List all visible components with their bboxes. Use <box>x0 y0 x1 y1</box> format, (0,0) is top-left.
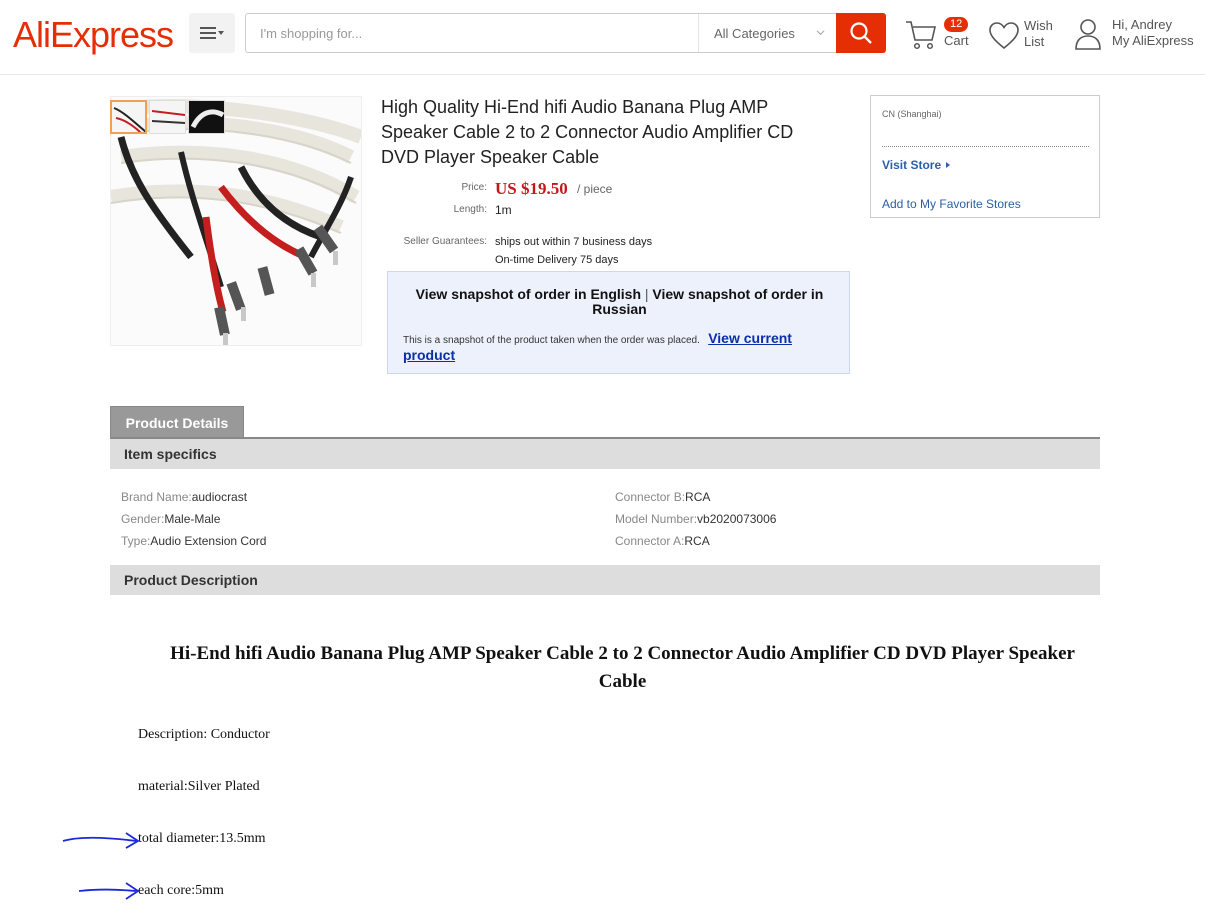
product-description-heading: Product Description <box>110 565 1100 595</box>
description-title: Hi-End hifi Audio Banana Plug AMP Speake… <box>170 643 1075 692</box>
spec-model-number: Model Number:vb2020073006 <box>615 512 777 526</box>
price-label: Price: <box>461 182 487 193</box>
search-button[interactable] <box>836 13 886 53</box>
snapshot-english-link[interactable]: View snapshot of order in English <box>416 286 641 302</box>
top-header: AliExpress All Categories 12 Ca <box>0 0 1205 75</box>
cart-icon <box>906 21 937 50</box>
hamburger-icon <box>200 27 224 39</box>
visit-store-link[interactable]: Visit Store <box>882 158 952 172</box>
tab-product-details[interactable]: Product Details <box>110 406 244 438</box>
description-line: Description: Conductor <box>138 727 270 742</box>
annotation-arrow <box>62 832 140 849</box>
thumbnail-1[interactable] <box>110 100 147 134</box>
visit-store-label: Visit Store <box>882 158 942 172</box>
category-select-label: All Categories <box>714 25 795 41</box>
category-menu-button[interactable] <box>189 13 235 53</box>
wish-list-button[interactable]: Wish List <box>988 14 1063 54</box>
guarantee-shipping: ships out within 7 business days <box>495 236 653 248</box>
user-icon <box>1075 19 1101 50</box>
aliexpress-logo[interactable]: AliExpress <box>13 15 174 55</box>
thumbnail-strip <box>110 100 225 134</box>
item-specifics-heading: Item specifics <box>110 439 1100 469</box>
add-favorite-store-link[interactable]: Add to My Favorite Stores <box>882 197 1021 211</box>
annotation-arrow <box>78 882 140 900</box>
chevron-down-icon <box>816 30 825 36</box>
length-label: Length: <box>453 204 487 215</box>
thumbnail-image <box>151 110 185 124</box>
thumbnail-3[interactable] <box>188 100 225 134</box>
store-info-box: CN (Shanghai) Visit Store Add to My Favo… <box>870 95 1100 218</box>
thumbnail-image <box>190 109 224 129</box>
search-input[interactable] <box>246 14 698 52</box>
description-line: each core:5mm <box>138 883 224 898</box>
greeting-text: Hi, Andrey <box>1112 17 1172 32</box>
spec-type: Type:Audio Extension Cord <box>121 534 267 548</box>
price-unit: / piece <box>577 182 613 196</box>
search-icon <box>850 22 872 44</box>
my-aliexpress-link[interactable]: My AliExpress <box>1112 33 1194 49</box>
account-text: Hi, Andrey My AliExpress <box>1112 17 1194 49</box>
guarantee-delivery: On-time Delivery 75 days <box>495 254 619 266</box>
cart-label: Cart <box>944 33 969 48</box>
store-divider <box>882 146 1089 147</box>
wish-list-label: Wish List <box>1024 18 1053 49</box>
cart-count-badge: 12 <box>944 17 969 32</box>
heart-icon <box>989 22 1019 50</box>
store-location: CN (Shanghai) <box>882 109 942 119</box>
caret-right-icon <box>946 162 951 168</box>
snapshot-language-links: View snapshot of order in English | View… <box>388 287 851 317</box>
search-bar: All Categories <box>245 13 837 53</box>
thumbnail-2[interactable] <box>149 100 186 134</box>
thumbnail-image <box>113 107 145 132</box>
spec-gender: Gender:Male-Male <box>121 512 221 526</box>
spec-connector-b: Connector B:RCA <box>615 490 711 504</box>
description-line: total diameter:13.5mm <box>138 831 266 846</box>
snapshot-note: This is a snapshot of the product taken … <box>403 331 843 365</box>
cart-button[interactable]: 12 Cart <box>904 14 974 54</box>
account-menu[interactable]: Hi, Andrey My AliExpress <box>1074 14 1204 54</box>
spec-brand: Brand Name:audiocrast <box>121 490 248 504</box>
speaker-cable-image <box>111 97 361 345</box>
order-snapshot-box: View snapshot of order in English | View… <box>387 271 850 374</box>
guarantee-label: Seller Guarantees: <box>403 236 487 247</box>
category-select[interactable]: All Categories <box>698 14 837 52</box>
description-line: material:Silver Plated <box>138 779 260 794</box>
snapshot-note-text: This is a snapshot of the product taken … <box>403 335 700 346</box>
spec-connector-a: Connector A:RCA <box>615 534 710 548</box>
length-value: 1m <box>495 203 512 217</box>
price-value: US $19.50 <box>495 179 568 198</box>
snapshot-separator: | <box>644 286 649 302</box>
product-title: High Quality Hi-End hifi Audio Banana Pl… <box>381 97 794 167</box>
